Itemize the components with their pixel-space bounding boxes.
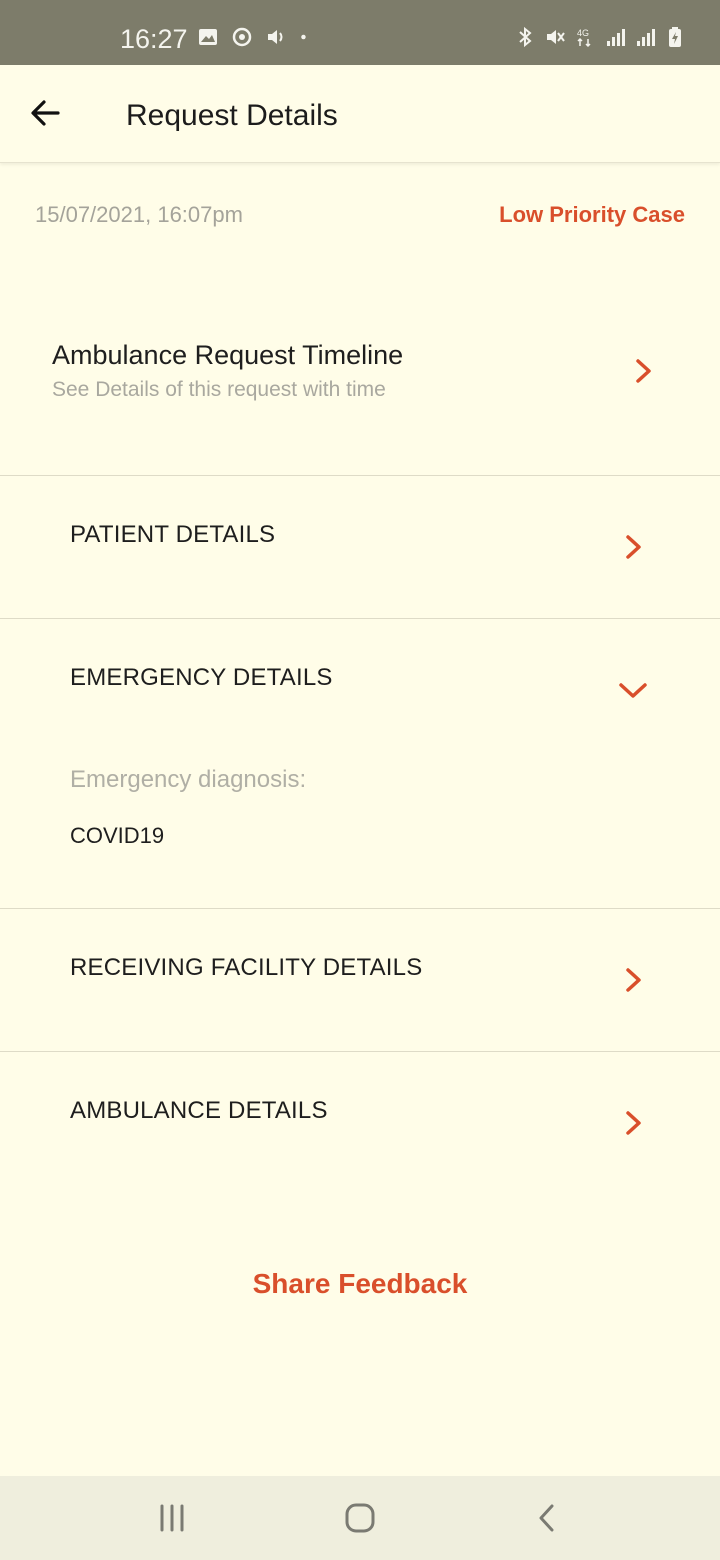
section-label: PATIENT DETAILS — [70, 521, 276, 548]
section-emergency-details[interactable]: EMERGENCY DETAILS — [0, 619, 720, 739]
signal-icon — [637, 29, 655, 46]
timeline-row[interactable]: Ambulance Request Timeline See Details o… — [0, 318, 720, 476]
home-icon[interactable] — [340, 1498, 380, 1538]
timeline-title: Ambulance Request Timeline — [52, 340, 404, 370]
4g-icon: 4G — [577, 28, 591, 48]
chevron-right-icon — [626, 535, 641, 559]
system-nav-bar — [0, 1476, 720, 1560]
section-label: RECEIVING FACILITY DETAILS — [70, 954, 423, 981]
battery-charging-icon — [669, 27, 681, 47]
signal-icon — [607, 29, 625, 46]
request-date: 15/07/2021, 16:07pm — [35, 202, 243, 227]
chevron-down-icon — [619, 683, 647, 698]
status-bar: 16:27 4G — [0, 0, 720, 65]
chevron-right-icon — [636, 359, 651, 383]
sync-icon — [232, 27, 252, 47]
section-label: AMBULANCE DETAILS — [70, 1097, 328, 1124]
section-receiving-facility-details[interactable]: RECEIVING FACILITY DETAILS — [0, 909, 720, 1051]
page-title: Request Details — [126, 99, 338, 132]
back-icon[interactable] — [528, 1498, 568, 1538]
arrow-left-icon[interactable] — [26, 93, 66, 133]
recents-icon[interactable] — [152, 1498, 192, 1538]
bluetooth-icon — [519, 26, 532, 48]
emergency-diagnosis-value: COVID19 — [70, 823, 165, 848]
image-icon — [199, 29, 217, 45]
volume-icon — [268, 30, 283, 44]
share-feedback-button[interactable]: Share Feedback — [0, 1268, 720, 1300]
status-left-icons — [197, 26, 313, 48]
status-right-icons: 4G — [514, 26, 686, 48]
section-patient-details[interactable]: PATIENT DETAILS — [0, 476, 720, 618]
chevron-right-icon — [626, 968, 641, 992]
chevron-right-icon — [626, 1111, 641, 1135]
status-time: 16:27 — [120, 24, 188, 54]
app-bar: Request Details — [0, 65, 720, 163]
dot-icon — [301, 34, 306, 40]
section-ambulance-details[interactable]: AMBULANCE DETAILS — [0, 1052, 720, 1194]
emergency-diagnosis-label: Emergency diagnosis: — [70, 766, 307, 793]
timeline-subtitle: See Details of this request with time — [52, 378, 386, 401]
svg-text:4G: 4G — [577, 28, 589, 38]
mute-icon — [547, 30, 565, 44]
priority-badge: Low Priority Case — [499, 202, 685, 227]
section-label: EMERGENCY DETAILS — [70, 664, 333, 691]
